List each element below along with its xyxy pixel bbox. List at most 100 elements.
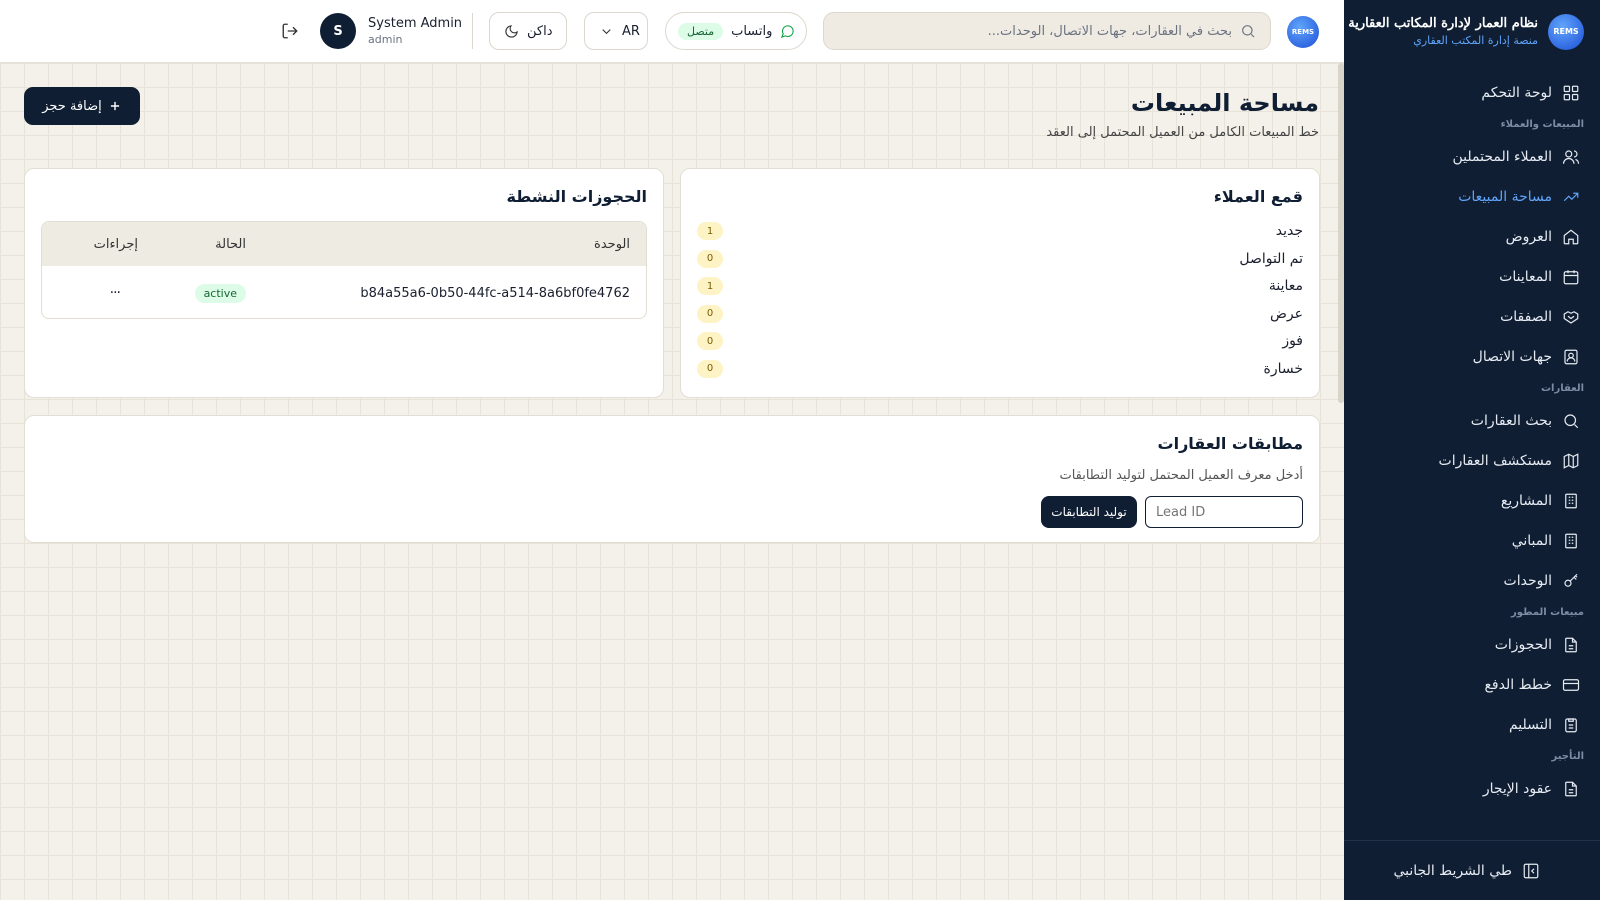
funnel-stage-row: فوز 0 bbox=[697, 329, 1303, 353]
status-badge: active bbox=[194, 283, 246, 303]
sidebar-item[interactable]: مساحة المبيعات bbox=[1344, 177, 1600, 217]
unit-id-cell: b84a55a6-0b50-44fc-a514-8a6bf0fe4762 bbox=[360, 285, 630, 301]
sidebar-item[interactable]: خطط الدفع bbox=[1344, 665, 1600, 705]
more-actions-button[interactable]: ··· bbox=[110, 266, 121, 318]
rems-logo[interactable]: REMS bbox=[1287, 16, 1319, 48]
sidebar-item[interactable]: المشاريع bbox=[1344, 481, 1600, 521]
funnel-stage-count: 0 bbox=[697, 332, 723, 350]
map-icon bbox=[1562, 452, 1580, 470]
brand-name: نظام العمار لإدارة المكاتب العقارية bbox=[1348, 16, 1538, 31]
funnel-stage-row: خسارة 0 bbox=[697, 357, 1303, 381]
contact-icon bbox=[1562, 348, 1580, 366]
sidebar-nav: لوحة التحكم المبيعات والعملاء العملاء المح… bbox=[1344, 63, 1600, 809]
theme-label: داكن bbox=[527, 23, 553, 39]
whatsapp-connected-badge: متصل bbox=[678, 22, 724, 40]
language-value: AR bbox=[622, 23, 640, 39]
grid-icon bbox=[1562, 84, 1580, 102]
sidebar-item[interactable]: الصفقات bbox=[1344, 297, 1600, 337]
calendar-icon bbox=[1562, 268, 1580, 286]
sidebar-section-label: العقارات bbox=[1540, 383, 1584, 394]
key-icon bbox=[1562, 572, 1580, 590]
file-icon bbox=[1562, 636, 1580, 654]
sidebar-item-label: العملاء المحتملين bbox=[1452, 149, 1552, 165]
add-reservation-button[interactable]: إضافة حجز bbox=[24, 87, 140, 125]
sidebar-item[interactable]: الحجوزات bbox=[1344, 625, 1600, 665]
active-reservations-title: الحجوزات النشطة bbox=[506, 187, 647, 206]
funnel-stage-label: فوز bbox=[1282, 333, 1303, 349]
table-header: الوحدة الحالة إجراءات bbox=[42, 222, 646, 266]
brand: REMS نظام العمار لإدارة المكاتب العقارية… bbox=[1344, 0, 1600, 63]
language-select[interactable]: AR bbox=[584, 12, 648, 50]
building-icon bbox=[1562, 492, 1580, 510]
funnel-stage-row: تم التواصل 0 bbox=[697, 247, 1303, 271]
chevron-down-icon bbox=[599, 24, 614, 39]
column-header-status: الحالة bbox=[215, 236, 246, 252]
generate-matches-button[interactable]: توليد التطابقات bbox=[1041, 496, 1137, 528]
logout-button[interactable] bbox=[276, 12, 304, 50]
whatsapp-status[interactable]: متصل واتساب bbox=[665, 12, 807, 50]
funnel-stage-count: 0 bbox=[697, 359, 723, 378]
whatsapp-label: واتساب bbox=[731, 23, 773, 39]
scrollbar[interactable] bbox=[1338, 63, 1344, 403]
building-icon bbox=[1562, 532, 1580, 550]
sidebar-item-label: الصفقات bbox=[1500, 309, 1552, 325]
top-bar: S System Admin admin داكن AR متصل واتساب… bbox=[0, 0, 1344, 63]
funnel-stage-label: خسارة bbox=[1263, 360, 1303, 377]
sidebar-item-label: مستكشف العقارات bbox=[1438, 453, 1552, 469]
handshake-icon bbox=[1562, 308, 1580, 326]
logout-icon bbox=[281, 22, 299, 40]
credit-card-icon bbox=[1562, 676, 1580, 694]
sidebar-item-label: جهات الاتصال bbox=[1472, 349, 1552, 365]
sidebar-item[interactable]: عقود الإيجار bbox=[1344, 769, 1600, 809]
lead-id-input[interactable] bbox=[1145, 496, 1303, 528]
sidebar-item-label: المشاريع bbox=[1500, 493, 1552, 509]
global-search-input[interactable]: بحث في العقارات، جهات الاتصال، الوحدات..… bbox=[823, 12, 1271, 50]
funnel-stage-label: عرض bbox=[1269, 305, 1303, 322]
sidebar-item-label: لوحة التحكم bbox=[1481, 85, 1552, 101]
sidebar-item[interactable]: مستكشف العقارات bbox=[1344, 441, 1600, 481]
clipboard-icon bbox=[1562, 716, 1580, 734]
collapse-sidebar-button[interactable]: طي الشريط الجانبي bbox=[1344, 840, 1600, 900]
leads-funnel-title: قمع العملاء bbox=[1213, 187, 1303, 206]
theme-toggle-button[interactable]: داكن bbox=[489, 12, 567, 50]
funnel-stage-label: تم التواصل bbox=[1239, 250, 1303, 267]
property-matches-description: أدخل معرف العميل المحتمل لتوليد التطابقا… bbox=[1059, 468, 1303, 483]
active-reservations-card: الحجوزات النشطة الوحدة الحالة إجراءات b8… bbox=[24, 168, 664, 398]
sidebar-item[interactable]: العملاء المحتملين bbox=[1344, 137, 1600, 177]
sidebar-item[interactable]: بحث العقارات bbox=[1344, 401, 1600, 441]
collapse-sidebar-icon bbox=[1522, 862, 1540, 880]
funnel-stage-count: 0 bbox=[697, 304, 723, 323]
leads-funnel-card: قمع العملاء جديد 1 تم التواصل 0 معاينة 1 عرض 0 ف… bbox=[680, 168, 1320, 398]
sidebar-item-label: خطط الدفع bbox=[1484, 677, 1552, 693]
rems-logo[interactable]: REMS bbox=[1548, 13, 1584, 50]
page-title: مساحة المبيعات bbox=[1130, 89, 1319, 117]
user-menu[interactable]: S System Admin admin bbox=[320, 12, 462, 50]
moon-icon bbox=[504, 24, 519, 39]
users-icon bbox=[1562, 148, 1580, 166]
sidebar-item[interactable]: المعاينات bbox=[1344, 257, 1600, 297]
sidebar-item[interactable]: الوحدات bbox=[1344, 561, 1600, 601]
column-header-actions: إجراءات bbox=[93, 236, 138, 252]
sidebar-item[interactable]: لوحة التحكم bbox=[1344, 73, 1600, 113]
funnel-stage-row: جديد 1 bbox=[697, 219, 1303, 243]
sidebar-item-label: التسليم bbox=[1508, 717, 1552, 733]
sidebar-item-label: العروض bbox=[1505, 229, 1552, 245]
sidebar-item[interactable]: جهات الاتصال bbox=[1344, 337, 1600, 377]
sidebar-section-label: المبيعات والعملاء bbox=[1500, 119, 1584, 130]
sidebar-item[interactable]: العروض bbox=[1344, 217, 1600, 257]
main-content: مساحة المبيعات خط المبيعات الكامل من الع… bbox=[0, 63, 1344, 900]
page-subtitle: خط المبيعات الكامل من العميل المحتمل إلى… bbox=[1046, 125, 1319, 140]
property-matches-title: مطابقات العقارات bbox=[1157, 434, 1304, 453]
trending-up-icon bbox=[1562, 188, 1580, 206]
sidebar-item[interactable]: التسليم bbox=[1344, 705, 1600, 745]
table-row[interactable]: b84a55a6-0b50-44fc-a514-8a6bf0fe4762 act… bbox=[42, 266, 646, 318]
funnel-stage-label: معاينة bbox=[1268, 278, 1303, 294]
divider bbox=[472, 13, 473, 49]
search-placeholder: بحث في العقارات، جهات الاتصال، الوحدات..… bbox=[987, 23, 1232, 39]
funnel-stage-label: جديد bbox=[1275, 223, 1303, 239]
reservations-table: الوحدة الحالة إجراءات b84a55a6-0b50-44fc… bbox=[41, 221, 647, 319]
funnel-stage-count: 0 bbox=[697, 249, 723, 268]
sidebar-item[interactable]: المباني bbox=[1344, 521, 1600, 561]
funnel-stage-row: معاينة 1 bbox=[697, 274, 1303, 298]
funnel-stage-row: عرض 0 bbox=[697, 302, 1303, 326]
